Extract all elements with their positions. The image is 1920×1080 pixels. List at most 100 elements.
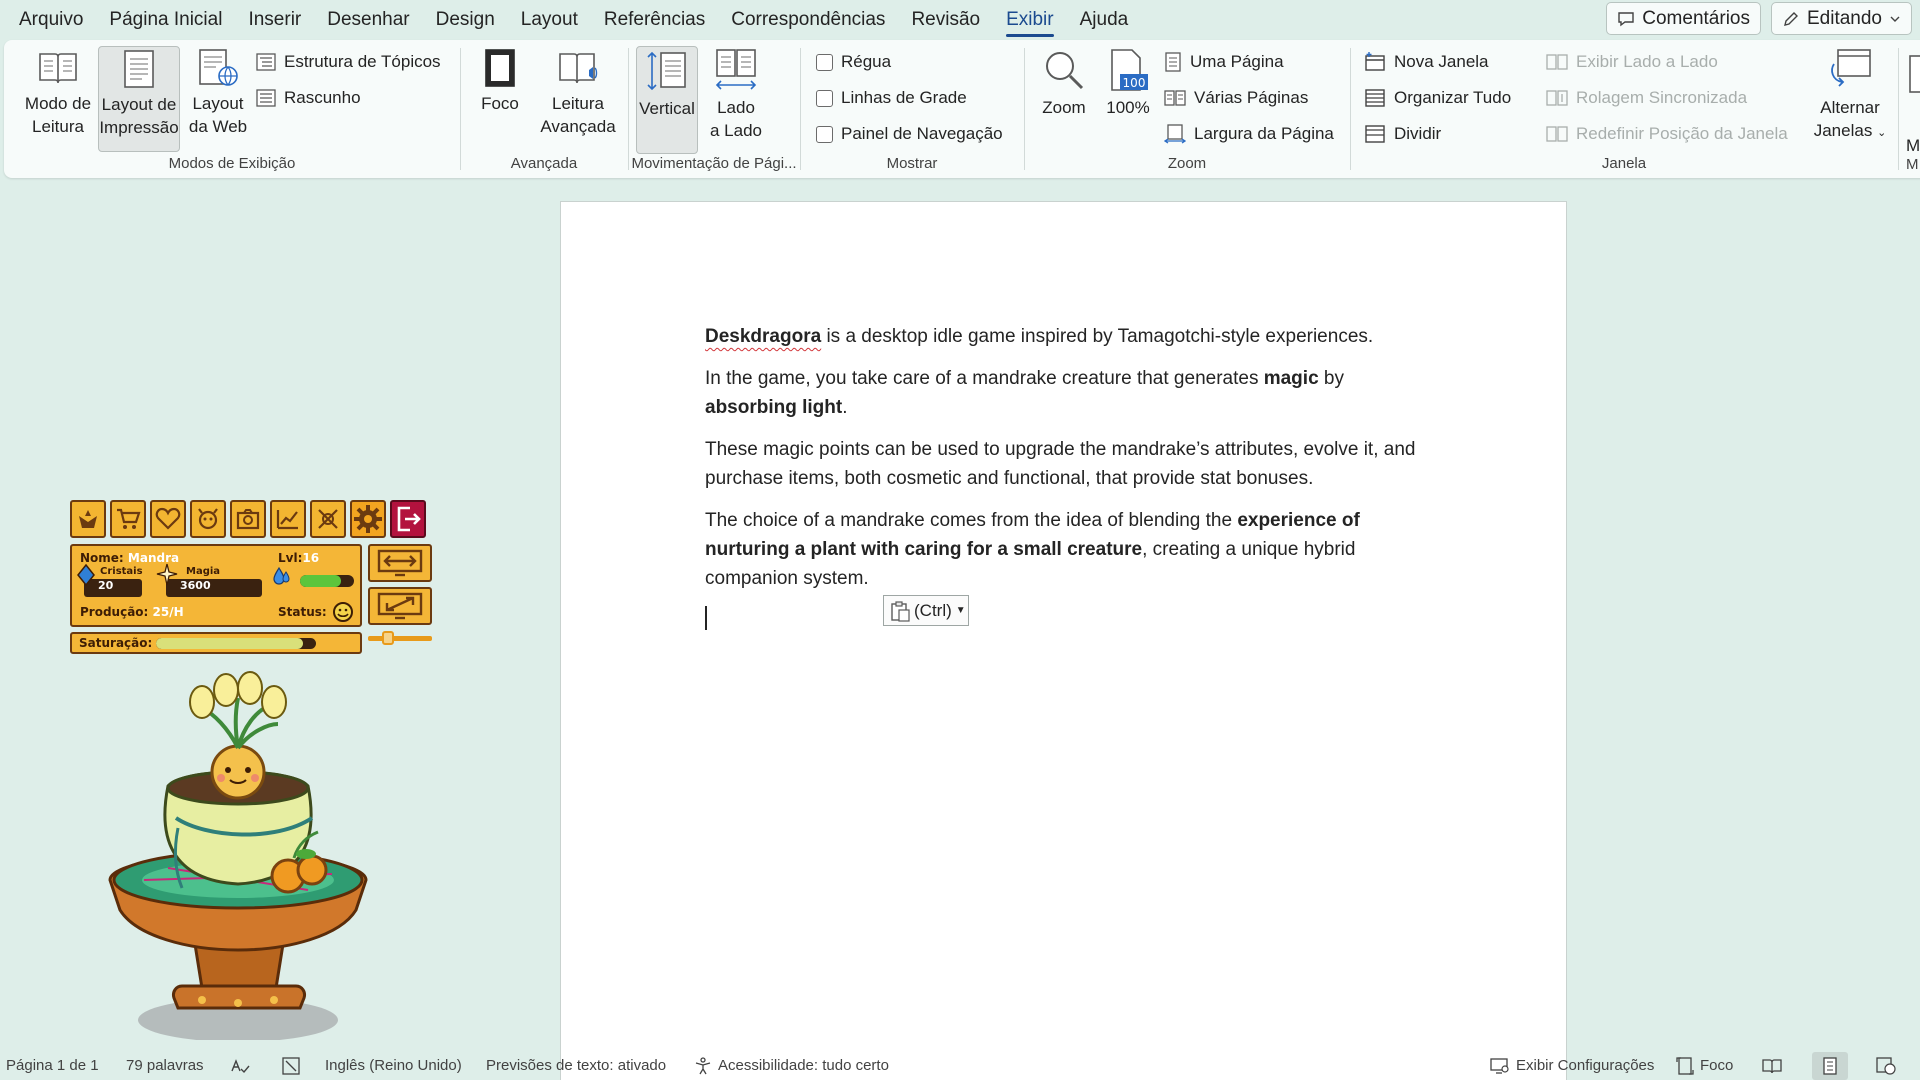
- web-page-icon: [199, 49, 238, 86]
- paste-options-button[interactable]: (Ctrl) ▼: [883, 595, 969, 626]
- gear-icon: [354, 505, 382, 533]
- status-focus-button[interactable]: Foco: [1676, 1052, 1733, 1080]
- navpane-checkbox-box[interactable]: [816, 125, 833, 143]
- focus-button[interactable]: Foco: [470, 46, 530, 150]
- web-layout-button[interactable]: Layout da Web: [182, 46, 254, 150]
- view-web-layout-button[interactable]: [1876, 1052, 1896, 1080]
- switch-windows-button[interactable]: Alternar Janelas ⌄: [1810, 46, 1890, 150]
- word-count[interactable]: 79 palavras: [126, 1052, 204, 1080]
- chevron-down-icon: ⌄: [1877, 127, 1887, 139]
- arrange-all-button[interactable]: Organizar Tudo: [1364, 85, 1511, 111]
- game-evolve-button[interactable]: [310, 500, 346, 538]
- focus-icon: [1676, 1057, 1694, 1075]
- page-icon: [1823, 1057, 1837, 1075]
- crystal-icon: [77, 564, 95, 586]
- immersive-reader-button[interactable]: Leitura Avançada: [536, 46, 620, 150]
- paragraph-3: These magic points can be used to upgrad…: [705, 439, 1416, 489]
- split-icon: [1365, 125, 1385, 143]
- new-window-button[interactable]: Nova Janela: [1364, 49, 1489, 75]
- display-settings-button[interactable]: Exibir Configurações: [1490, 1052, 1654, 1080]
- monitor-gear-icon: [1490, 1058, 1509, 1074]
- editing-mode-button[interactable]: Editando: [1770, 2, 1912, 35]
- mandrake-pot-illustration: [108, 671, 368, 1040]
- document-page[interactable]: Deskdragora is a desktop idle game inspi…: [560, 201, 1567, 1080]
- saturation-bar: Saturação:: [70, 632, 362, 654]
- game-care-button[interactable]: [150, 500, 186, 538]
- tab-exibir[interactable]: Exibir: [993, 0, 1067, 40]
- game-camera-button[interactable]: [230, 500, 266, 538]
- tab-referencias[interactable]: Referências: [591, 0, 718, 40]
- split-button[interactable]: Dividir: [1364, 121, 1441, 147]
- group-label-modos: Modos de Exibição: [168, 155, 296, 172]
- comment-icon: [1618, 11, 1634, 26]
- ruler-checkbox[interactable]: Régua: [816, 49, 891, 75]
- side-by-side-button[interactable]: Exibir Lado a Lado: [1546, 49, 1718, 75]
- tab-desenhar[interactable]: Desenhar: [314, 0, 422, 40]
- ruler-checkbox-box[interactable]: [816, 53, 833, 71]
- zoom-100-button[interactable]: 100 100%: [1100, 46, 1156, 150]
- arrange-all-label: Organizar Tudo: [1394, 88, 1512, 107]
- game-exit-button[interactable]: [390, 500, 426, 538]
- multi-page-button[interactable]: Várias Páginas: [1164, 85, 1308, 111]
- comments-button[interactable]: Comentários: [1606, 2, 1761, 35]
- arrange-all-icon: [1365, 89, 1385, 107]
- evolve-icon: [318, 509, 338, 529]
- gridlines-checkbox-box[interactable]: [816, 89, 833, 107]
- tab-revisao[interactable]: Revisão: [898, 0, 993, 40]
- navpane-checkbox[interactable]: Painel de Navegação: [816, 121, 1003, 147]
- level-value: 16: [302, 551, 320, 565]
- print-layout-button[interactable]: Layout de Impressão: [98, 46, 180, 152]
- draft-button[interactable]: Rascunho: [256, 85, 361, 111]
- focus-label: Foco: [481, 94, 519, 113]
- draft-icon: [256, 89, 276, 107]
- game-size-slider[interactable]: [368, 631, 432, 645]
- document-body[interactable]: Deskdragora is a desktop idle game inspi…: [705, 322, 1425, 606]
- language-indicator[interactable]: Inglês (Reino Unido): [325, 1052, 462, 1080]
- tab-design[interactable]: Design: [423, 0, 508, 40]
- paragraph-1-text: is a desktop idle game inspired by Tamag…: [821, 326, 1374, 347]
- outline-button[interactable]: Estrutura de Tópicos: [256, 49, 441, 75]
- paragraph-4: The choice of a mandrake comes from the …: [705, 506, 1425, 593]
- p2-part-c: by: [1318, 368, 1344, 389]
- accessibility-checker[interactable]: Acessibilidade: tudo certo: [694, 1052, 889, 1080]
- camera-icon: [236, 509, 260, 530]
- macro-recording-button[interactable]: [282, 1052, 300, 1080]
- immersive-l2: Avançada: [540, 117, 616, 136]
- group-movimentacao: Vertical Lado a Lado Movimentação de Pág…: [628, 40, 800, 178]
- vertical-movement-button[interactable]: Vertical: [636, 46, 698, 154]
- one-page-button[interactable]: Uma Página: [1164, 49, 1284, 75]
- proofing-button[interactable]: [230, 1052, 250, 1080]
- sync-scroll-button[interactable]: Rolagem Sincronizada: [1546, 85, 1747, 111]
- tab-pagina-inicial[interactable]: Página Inicial: [96, 0, 235, 40]
- game-shop-button[interactable]: [110, 500, 146, 538]
- game-stats-button[interactable]: [270, 500, 306, 538]
- comments-label: Comentários: [1642, 7, 1750, 29]
- game-resize-button[interactable]: [368, 587, 432, 625]
- slider-thumb[interactable]: [382, 631, 394, 645]
- game-mandrake-button[interactable]: [70, 500, 106, 538]
- production-value: 25/H: [152, 605, 184, 619]
- game-settings-button[interactable]: [350, 500, 386, 538]
- gridlines-checkbox[interactable]: Linhas de Grade: [816, 85, 967, 111]
- page-count[interactable]: Página 1 de 1: [6, 1052, 99, 1080]
- tab-correspondencias[interactable]: Correspondências: [718, 0, 898, 40]
- game-pet-button[interactable]: [190, 500, 226, 538]
- macros-label[interactable]: M: [1906, 136, 1920, 156]
- view-print-layout-button[interactable]: [1812, 1052, 1848, 1080]
- reading-mode-button[interactable]: Modo de Leitura: [18, 46, 98, 150]
- game-move-window-button[interactable]: [368, 544, 432, 582]
- reset-window-button[interactable]: Redefinir Posição da Janela: [1546, 121, 1788, 147]
- text-predictions[interactable]: Previsões de texto: ativado: [486, 1052, 666, 1080]
- page-width-button[interactable]: Largura da Página: [1164, 121, 1334, 147]
- side-to-side-button[interactable]: Lado a Lado: [704, 46, 768, 150]
- production-row: Produção: 25/H: [80, 605, 184, 619]
- tab-ajuda[interactable]: Ajuda: [1067, 0, 1142, 40]
- tab-arquivo[interactable]: Arquivo: [6, 0, 96, 40]
- saturation-fill: [156, 638, 304, 649]
- status-label: Status:: [278, 605, 327, 619]
- zoom-button[interactable]: Zoom: [1034, 46, 1094, 150]
- view-read-mode-button[interactable]: [1762, 1052, 1782, 1080]
- tab-inserir[interactable]: Inserir: [235, 0, 314, 40]
- book-icon: [1762, 1059, 1782, 1074]
- tab-layout[interactable]: Layout: [508, 0, 591, 40]
